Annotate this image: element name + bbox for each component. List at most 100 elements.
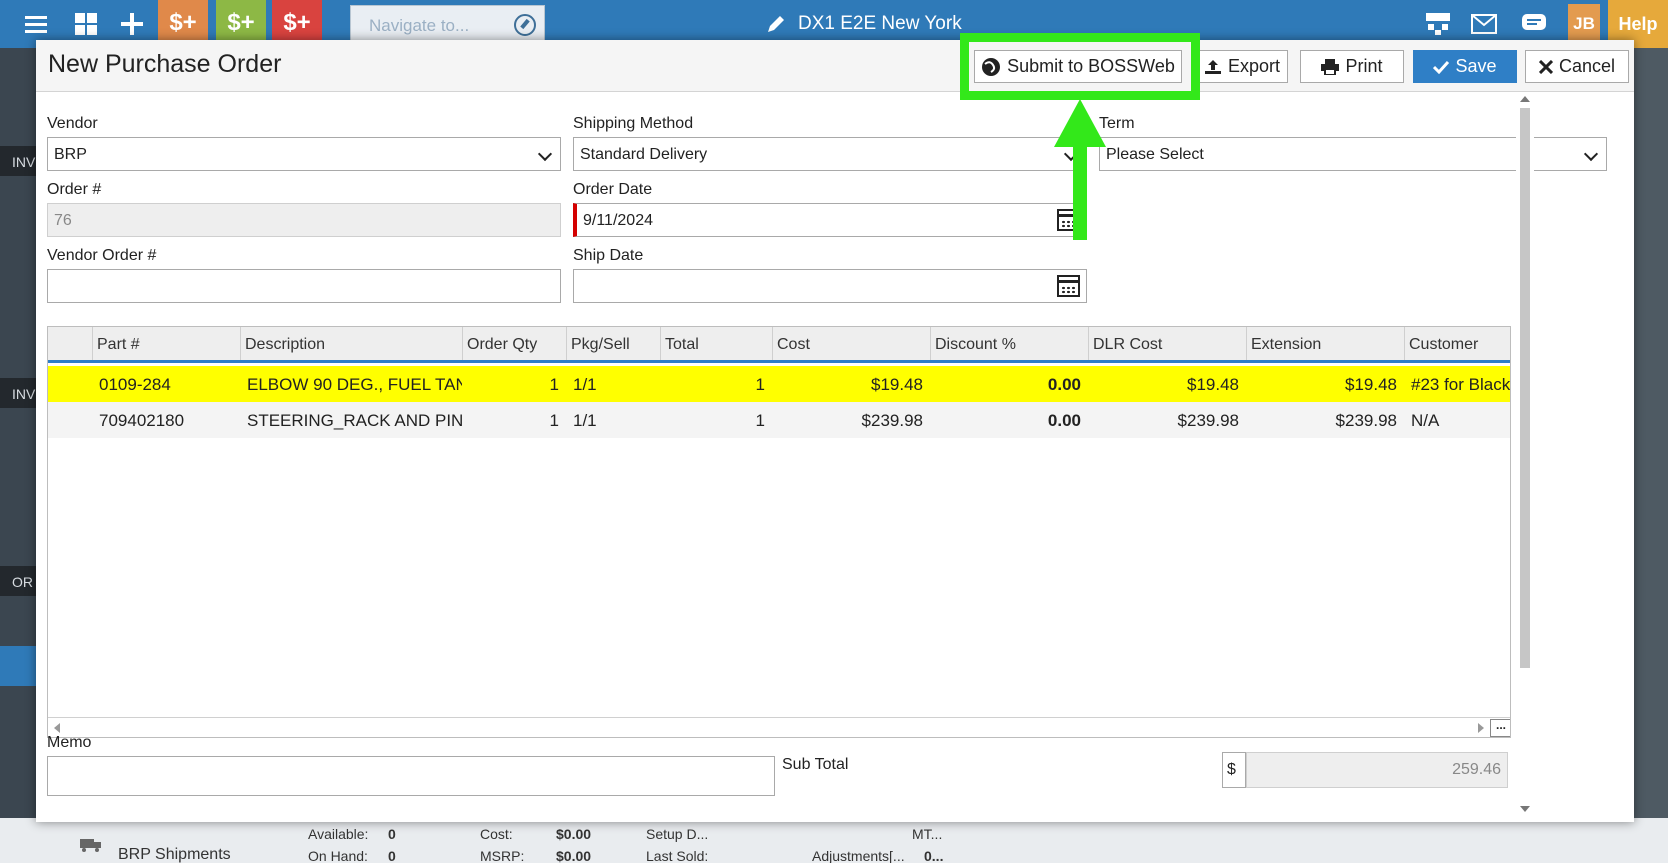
msrp-label: MSRP: [480, 848, 525, 863]
cost-cell: $239.98 [861, 411, 923, 430]
on-hand-label: On Hand: [308, 848, 368, 863]
cost-cell: $19.48 [871, 375, 923, 394]
column-header-dlr-cost[interactable]: DLR Cost [1088, 327, 1246, 360]
vendor-order-number-field[interactable] [47, 269, 561, 303]
grid-options-icon[interactable]: ... [1490, 719, 1510, 737]
scroll-left-icon[interactable] [54, 723, 60, 733]
total-cell: 1 [755, 375, 765, 394]
scroll-right-icon[interactable] [1478, 723, 1484, 733]
sidebar-active-item[interactable] [0, 646, 36, 686]
scroll-up-icon[interactable] [1520, 96, 1530, 102]
discount-cell: 0.00 [1047, 411, 1081, 430]
vendor-value: BRP [54, 146, 87, 163]
column-header-pkg-sell[interactable]: Pkg/Sell [566, 327, 660, 360]
setup-value: MT... [912, 826, 943, 842]
save-button-label: Save [1455, 56, 1497, 76]
extension-cell: $239.98 [1335, 411, 1397, 430]
column-header-select[interactable] [48, 327, 92, 360]
chevron-down-icon [1583, 146, 1599, 162]
msrp-value: $0.00 [556, 848, 592, 863]
sidebar-section-inventory: INV [0, 146, 40, 176]
vendor-label: Vendor [47, 115, 98, 132]
store-name: DX1 E2E New York [798, 13, 962, 34]
left-sidebar: INV INV OR [0, 48, 40, 863]
qty-cell: 1 [549, 411, 559, 430]
vendor-order-number-label: Vendor Order # [47, 247, 157, 264]
calendar-icon[interactable] [1057, 275, 1080, 297]
memo-label: Memo [47, 734, 92, 751]
cancel-button[interactable]: Cancel [1525, 50, 1629, 83]
description-cell: STEERING_RACK AND PINI... [247, 411, 462, 430]
table-row[interactable]: 709402180 STEERING_RACK AND PINI... 1 1/… [48, 402, 1510, 438]
setup-label: Setup D... [646, 826, 709, 842]
order-date-label: Order Date [573, 181, 653, 198]
brp-shipments-label[interactable]: BRP Shipments [118, 846, 231, 863]
order-number-value: 76 [54, 212, 72, 229]
user-avatar[interactable]: JB [1568, 4, 1600, 44]
truck-icon [80, 836, 102, 857]
column-header-part[interactable]: Part # [92, 327, 240, 360]
dialog-header: New Purchase Order Submit to BOSSWeb Exp… [36, 40, 1634, 92]
dialog-title: New Purchase Order [48, 50, 282, 78]
arrow-shaft [1073, 140, 1087, 240]
customer-cell: #23 for Blackstad, ... [1411, 375, 1511, 394]
navigate-placeholder: Navigate to... [369, 16, 470, 35]
grid-horizontal-scrollbar[interactable]: ... [48, 717, 1510, 737]
vendor-select[interactable]: BRP [47, 137, 561, 171]
extension-cell: $19.48 [1345, 375, 1397, 394]
order-date-value: 9/11/2024 [583, 212, 653, 229]
subtotal-label: Sub Total [782, 756, 849, 773]
column-header-customer[interactable]: Customer [1404, 327, 1510, 360]
print-button[interactable]: Print [1300, 50, 1404, 83]
export-button[interactable]: Export [1196, 50, 1288, 83]
column-header-extension[interactable]: Extension [1246, 327, 1404, 360]
pencil-icon [768, 16, 784, 32]
export-icon [1204, 59, 1221, 74]
cost-value: $0.00 [556, 826, 592, 842]
sidebar-section-orders: OR [0, 566, 40, 596]
line-items-grid: Part # Description Order Qty Pkg/Sell To… [47, 326, 1511, 738]
dialog-vertical-scrollbar[interactable] [1516, 92, 1534, 822]
part-cell: 0109-284 [99, 375, 171, 394]
pkg-cell: 1/1 [573, 411, 597, 430]
last-sold-label: Last Sold: [646, 848, 709, 863]
shipping-method-select[interactable]: Standard Delivery [573, 137, 1087, 171]
export-button-label: Export [1227, 56, 1281, 76]
grid-header: Part # Description Order Qty Pkg/Sell To… [48, 327, 1510, 363]
subtotal-currency: $ [1222, 752, 1246, 788]
table-row[interactable]: 0109-284 ELBOW 90 DEG., FUEL TAN... 1 1/… [48, 366, 1511, 402]
sidebar-section-inventory-2: INV [0, 378, 40, 408]
ship-date-field[interactable] [573, 269, 1087, 303]
save-button[interactable]: Save [1413, 50, 1517, 83]
dlr-cost-cell: $239.98 [1177, 411, 1239, 430]
subtotal-value: 259.46 [1246, 752, 1508, 788]
column-header-description[interactable]: Description [240, 327, 462, 360]
column-header-cost[interactable]: Cost [772, 327, 930, 360]
shipping-method-label: Shipping Method [573, 115, 694, 132]
compass-icon[interactable] [514, 14, 536, 36]
available-label: Available: [308, 826, 369, 842]
pkg-cell: 1/1 [573, 375, 597, 394]
column-header-total[interactable]: Total [660, 327, 772, 360]
column-header-discount[interactable]: Discount % [930, 327, 1088, 360]
adjustments-label: Adjustments[... [812, 848, 905, 863]
adjustments-value: 0... [924, 848, 944, 863]
discount-cell: 0.00 [1047, 375, 1081, 394]
part-cell: 709402180 [99, 411, 185, 430]
new-purchase-order-dialog: New Purchase Order Submit to BOSSWeb Exp… [36, 40, 1634, 822]
highlight-box [960, 33, 1200, 100]
memo-field[interactable] [47, 756, 775, 796]
dlr-cost-cell: $19.48 [1187, 375, 1239, 394]
scrollbar-thumb[interactable] [1520, 108, 1530, 668]
chevron-down-icon [537, 146, 553, 162]
available-value: 0 [388, 826, 396, 842]
navigate-search-input[interactable]: Navigate to... [350, 5, 545, 45]
order-date-field[interactable]: 9/11/2024 [573, 203, 1087, 237]
scroll-down-icon[interactable] [1520, 806, 1530, 812]
background-detail-strip: BRP Shipments Available: 0 On Hand: 0 Co… [0, 818, 1668, 863]
column-header-order-qty[interactable]: Order Qty [462, 327, 566, 360]
print-button-label: Print [1345, 56, 1383, 76]
qty-cell: 1 [549, 375, 559, 394]
on-hand-value: 0 [388, 848, 396, 863]
customer-cell: N/A [1411, 411, 1440, 430]
